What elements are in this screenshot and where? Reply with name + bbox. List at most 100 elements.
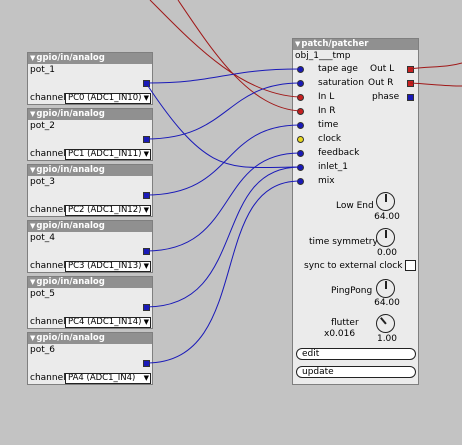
inlet-label: saturation	[318, 78, 364, 88]
sync-checkbox[interactable]	[405, 260, 416, 271]
collapse-triangle-icon[interactable]: ▼	[30, 222, 35, 230]
gpio-object-pot-6[interactable]: ▼gpio/in/analog pot_6 channel PA4 (ADC1_…	[27, 332, 153, 385]
knob-needle	[385, 281, 387, 289]
channel-select[interactable]: PC2 (ADC1_IN12) ▼	[65, 205, 151, 216]
wire-pot4-feedback	[145, 152, 301, 252]
collapse-triangle-icon[interactable]: ▼	[30, 110, 35, 118]
object-header[interactable]: ▼patch/patcher	[293, 39, 418, 50]
time-symmetry-knob[interactable]	[376, 228, 395, 247]
gpio-object-pot-1[interactable]: ▼gpio/in/analog pot_1 channel PC0 (ADC1_…	[27, 52, 153, 105]
instance-name: obj_1___tmp	[295, 51, 351, 61]
knob-needle	[385, 230, 387, 238]
flutter-value: 1.00	[376, 334, 398, 344]
inlet-time[interactable]	[297, 122, 304, 129]
time-symmetry-label: time symmetry	[309, 237, 378, 247]
pingpong-knob[interactable]	[376, 279, 395, 298]
edit-button[interactable]: edit	[296, 348, 416, 360]
object-header[interactable]: ▼gpio/in/analog	[28, 277, 152, 288]
outlet-out-r[interactable]	[407, 80, 414, 87]
pingpong-label: PingPong	[331, 286, 373, 296]
flutter-label: flutter	[331, 318, 359, 328]
inlet-clock[interactable]	[297, 136, 304, 143]
dropdown-arrow-icon: ▼	[143, 94, 149, 102]
outlet-label: phase	[372, 92, 400, 102]
outlet-out-l[interactable]	[407, 66, 414, 73]
object-header[interactable]: ▼gpio/in/analog	[28, 333, 152, 344]
object-header[interactable]: ▼gpio/in/analog	[28, 165, 152, 176]
channel-label: channel	[30, 149, 66, 159]
instance-name: pot_5	[30, 289, 55, 299]
wire-pot3-time	[145, 124, 301, 196]
inlet-saturation[interactable]	[297, 80, 304, 87]
gpio-object-pot-5[interactable]: ▼gpio/in/analog pot_5 channel PC4 (ADC1_…	[27, 276, 153, 329]
outlet-phase[interactable]	[407, 94, 414, 101]
inlet-label: time	[318, 120, 339, 130]
instance-name: pot_1	[30, 65, 55, 75]
low-end-knob[interactable]	[376, 192, 395, 211]
instance-name: pot_3	[30, 177, 55, 187]
channel-select[interactable]: PC0 (ADC1_IN10) ▼	[65, 93, 151, 104]
outlet-port[interactable]	[143, 248, 150, 255]
collapse-triangle-icon[interactable]: ▼	[30, 334, 35, 342]
channel-label: channel	[30, 373, 66, 383]
gpio-object-pot-2[interactable]: ▼gpio/in/analog pot_2 channel PC1 (ADC1_…	[27, 108, 153, 161]
object-header[interactable]: ▼gpio/in/analog	[28, 109, 152, 120]
outlet-port[interactable]	[143, 360, 150, 367]
wire-pot1-tape-age	[145, 68, 301, 84]
channel-label: channel	[30, 93, 66, 103]
inlet-mix[interactable]	[297, 178, 304, 185]
inlet-label: feedback	[318, 148, 360, 158]
channel-label: channel	[30, 205, 66, 215]
channel-select[interactable]: PA4 (ADC1_IN4) ▼	[65, 373, 151, 384]
inlet-label: In L	[318, 92, 335, 102]
inlet-label: tape age	[318, 64, 358, 74]
inlet-inlet-1[interactable]	[297, 164, 304, 171]
wire-pot2-saturation	[145, 82, 301, 140]
dropdown-arrow-icon: ▼	[143, 374, 149, 382]
inlet-tape-age[interactable]	[297, 66, 304, 73]
object-header[interactable]: ▼gpio/in/analog	[28, 53, 152, 64]
low-end-value: 64.00	[374, 212, 400, 222]
collapse-triangle-icon[interactable]: ▼	[30, 278, 35, 286]
wire-red-in-left	[149, 0, 301, 98]
knob-needle	[380, 317, 387, 325]
collapse-triangle-icon[interactable]: ▼	[30, 54, 35, 62]
flutter-sublabel: x0.016	[324, 329, 356, 339]
knob-needle	[385, 194, 387, 202]
outlet-label: Out R	[368, 78, 394, 88]
wire-pot6-mix	[145, 180, 301, 364]
object-header[interactable]: ▼gpio/in/analog	[28, 221, 152, 232]
channel-select[interactable]: PC4 (ADC1_IN14) ▼	[65, 317, 151, 328]
dropdown-arrow-icon: ▼	[143, 262, 149, 270]
outlet-port[interactable]	[143, 304, 150, 311]
collapse-triangle-icon[interactable]: ▼	[30, 166, 35, 174]
inlet-in-l[interactable]	[297, 94, 304, 101]
instance-name: pot_2	[30, 121, 55, 131]
wire-pot5-inlet1	[145, 166, 301, 308]
low-end-label: Low End	[336, 201, 374, 211]
inlet-label: inlet_1	[318, 162, 348, 172]
flutter-knob[interactable]	[376, 314, 395, 333]
outlet-port[interactable]	[143, 192, 150, 199]
inlet-feedback[interactable]	[297, 150, 304, 157]
time-symmetry-value: 0.00	[376, 248, 398, 258]
inlet-in-r[interactable]	[297, 108, 304, 115]
patcher-object[interactable]: ▼patch/patcher obj_1___tmp tape age satu…	[292, 38, 419, 385]
channel-select[interactable]: PC1 (ADC1_IN11) ▼	[65, 149, 151, 160]
dropdown-arrow-icon: ▼	[143, 150, 149, 158]
dropdown-arrow-icon: ▼	[143, 318, 149, 326]
instance-name: pot_4	[30, 233, 55, 243]
gpio-object-pot-3[interactable]: ▼gpio/in/analog pot_3 channel PC2 (ADC1_…	[27, 164, 153, 217]
wire-red-in-right	[177, 0, 301, 112]
instance-name: pot_6	[30, 345, 55, 355]
outlet-port[interactable]	[143, 80, 150, 87]
update-button[interactable]: update	[296, 366, 416, 378]
channel-label: channel	[30, 261, 66, 271]
outlet-label: Out L	[370, 64, 395, 74]
gpio-object-pot-4[interactable]: ▼gpio/in/analog pot_4 channel PC3 (ADC1_…	[27, 220, 153, 273]
collapse-triangle-icon[interactable]: ▼	[295, 40, 300, 48]
outlet-port[interactable]	[143, 136, 150, 143]
channel-select[interactable]: PC3 (ADC1_IN13) ▼	[65, 261, 151, 272]
inlet-label: In R	[318, 106, 336, 116]
channel-label: channel	[30, 317, 66, 327]
